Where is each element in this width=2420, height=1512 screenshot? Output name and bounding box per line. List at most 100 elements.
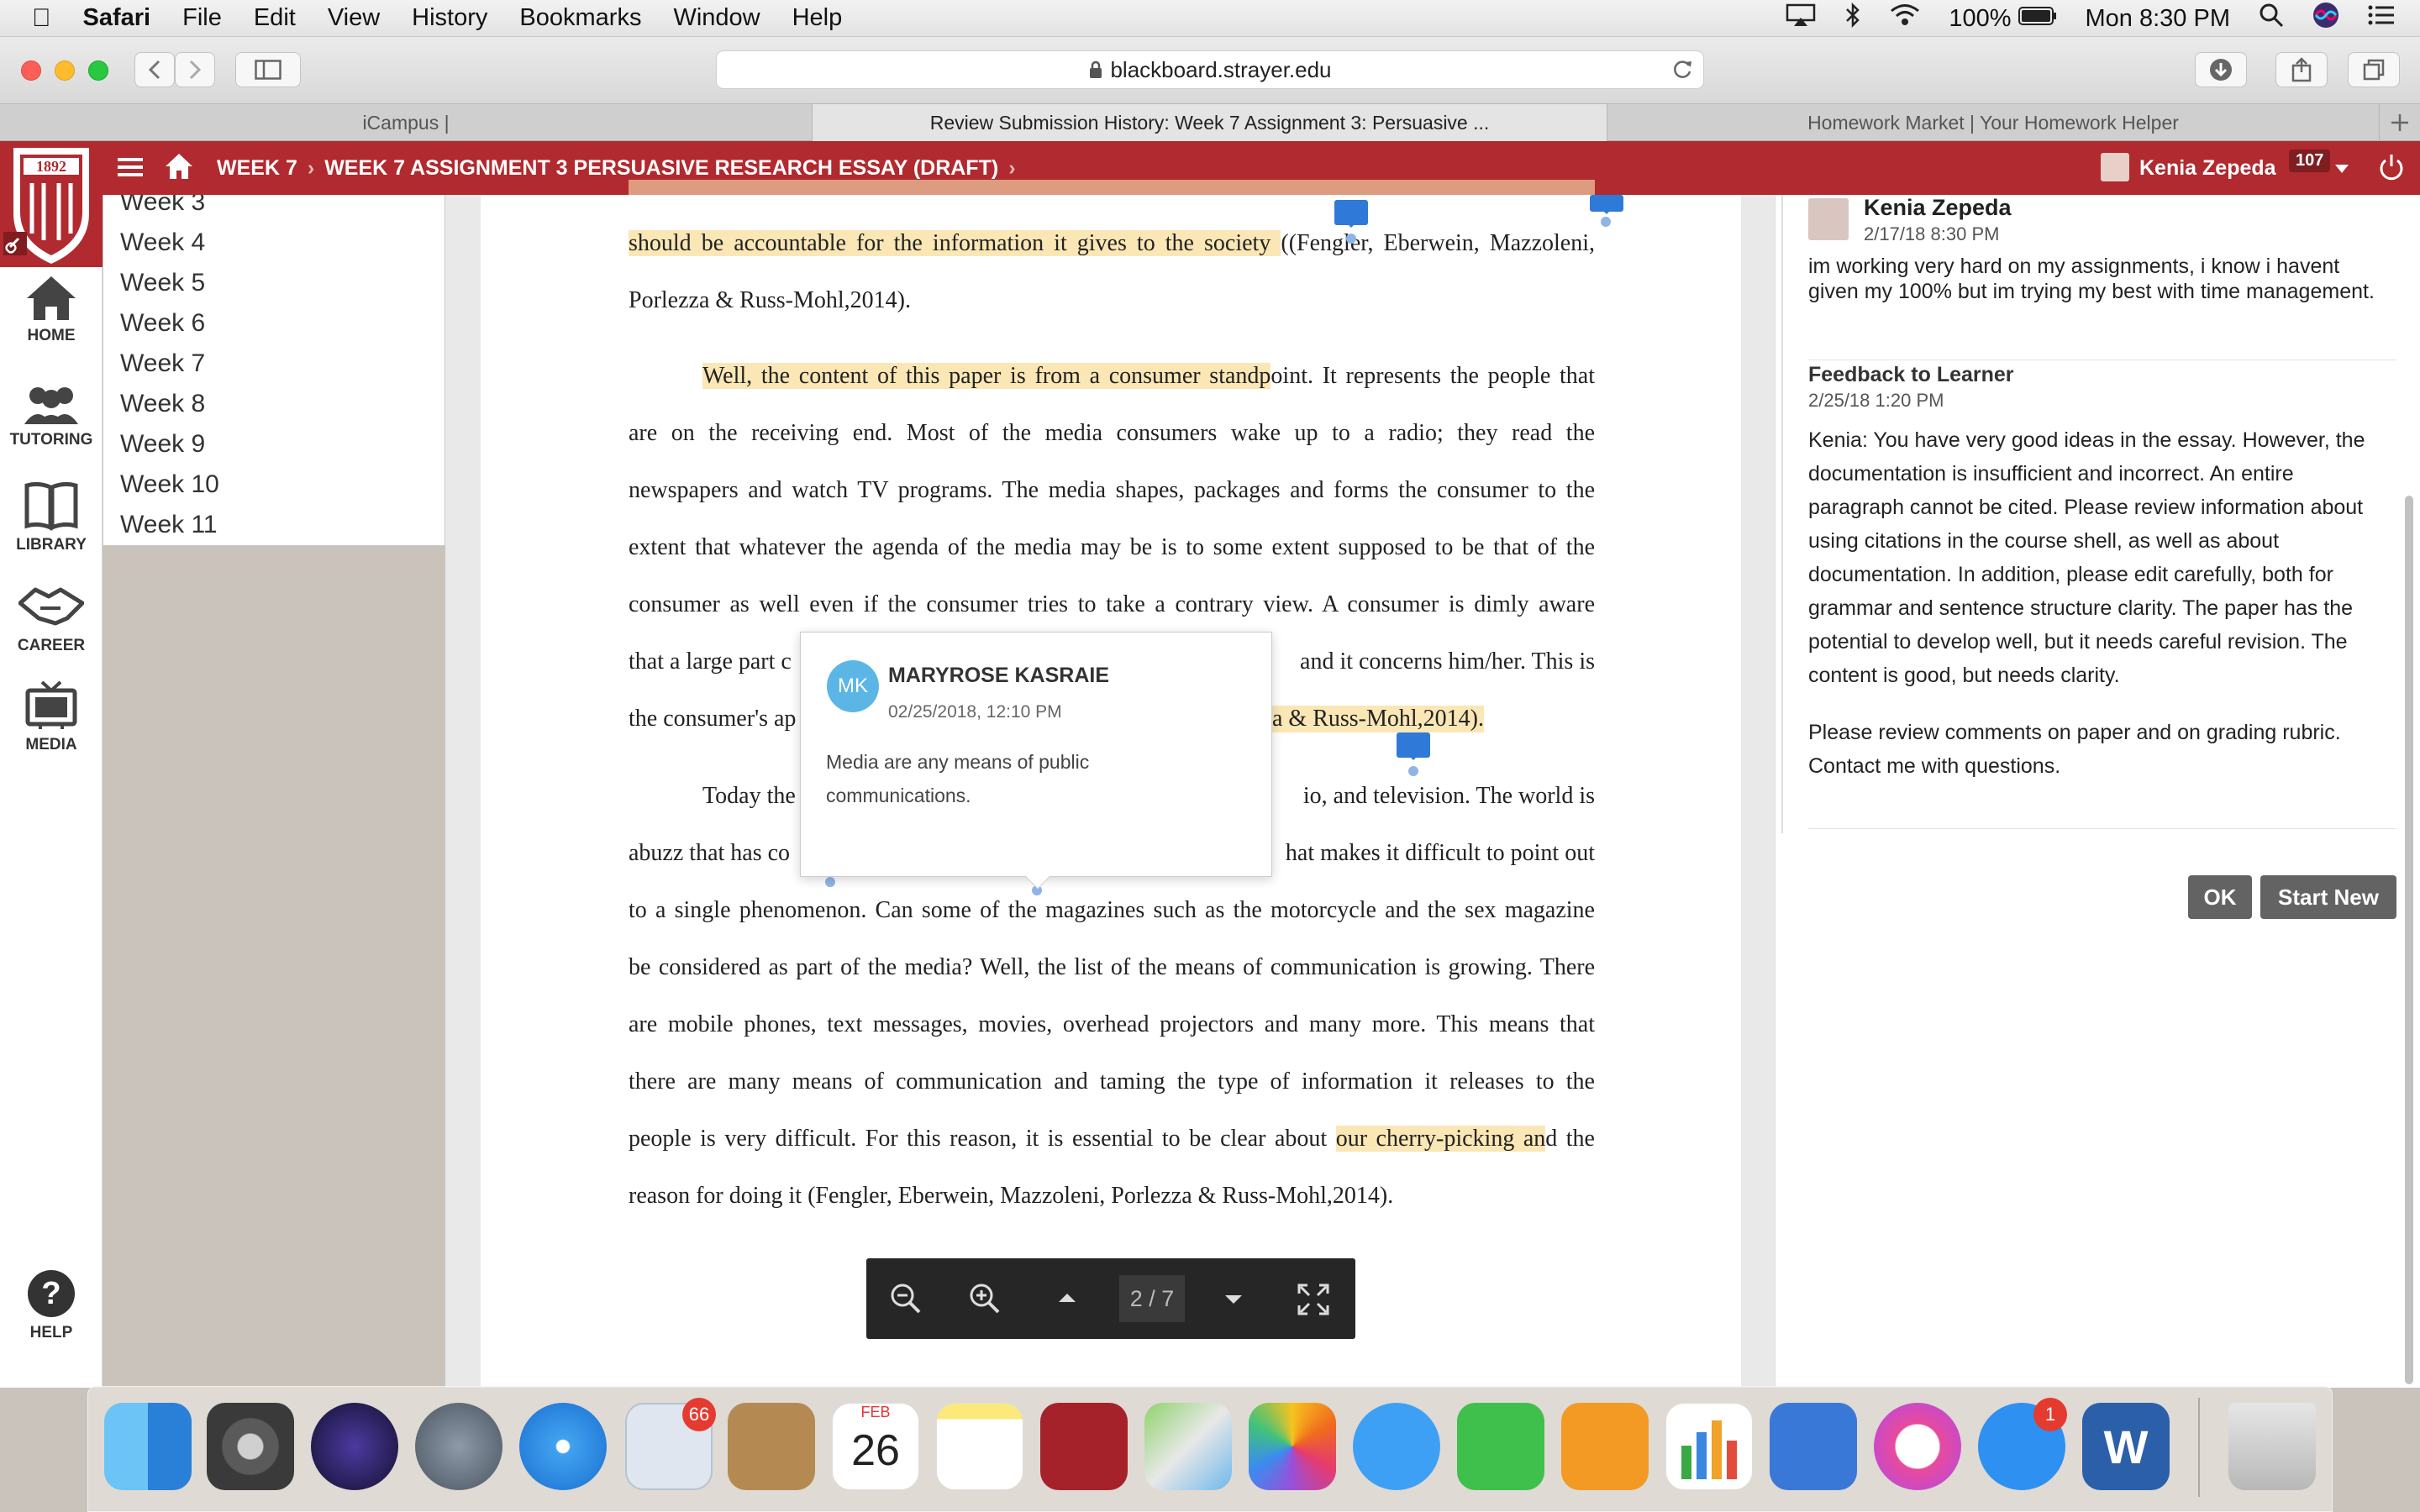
nav-library[interactable]: LIBRARY [0, 480, 103, 554]
book-icon [24, 481, 78, 531]
photo-booth-icon[interactable] [1040, 1403, 1128, 1490]
siri-icon[interactable] [2312, 2, 2339, 35]
pages-icon[interactable] [1561, 1403, 1649, 1490]
nav-media[interactable]: MEDIA [0, 680, 103, 754]
home-icon[interactable] [165, 153, 193, 186]
word-icon[interactable]: W [2082, 1403, 2170, 1490]
forward-button[interactable] [175, 52, 215, 87]
menu-app-name[interactable]: Safari [83, 4, 151, 32]
notification-count-badge[interactable]: 107 [2289, 150, 2331, 172]
menu-edit[interactable]: Edit [254, 4, 296, 32]
nav-home[interactable]: HOME [0, 275, 103, 345]
notification-center-icon[interactable] [2368, 4, 2395, 33]
messages-icon[interactable] [1353, 1403, 1440, 1490]
student-name: Kenia Zepeda [1864, 195, 2012, 220]
dropdown-caret-icon[interactable] [2334, 156, 2349, 181]
week-item[interactable]: Week 6 [120, 309, 205, 338]
page-indicator[interactable]: 2 / 7 [1119, 1275, 1185, 1322]
breadcrumb-assignment[interactable]: WEEK 7 ASSIGNMENT 3 PERSUASIVE RESEARCH … [324, 156, 998, 181]
previous-page-icon[interactable] [1057, 1292, 1077, 1308]
maps-icon[interactable] [1144, 1403, 1232, 1490]
menu-history[interactable]: History [412, 4, 487, 32]
week-item[interactable]: Week 9 [120, 430, 205, 459]
keynote-icon[interactable] [1770, 1403, 1857, 1490]
itunes-icon[interactable] [1874, 1403, 1961, 1490]
zoom-out-icon[interactable] [889, 1282, 923, 1320]
comment-anchor-dot[interactable] [1346, 234, 1356, 244]
spotlight-search-icon[interactable] [2259, 3, 2284, 34]
tab-review-submission[interactable]: Review Submission History: Week 7 Assign… [813, 104, 1607, 141]
ok-button[interactable]: OK [2188, 875, 2252, 919]
week-item[interactable]: Week 3 [120, 195, 205, 217]
comment-anchor-dot[interactable] [1408, 766, 1418, 776]
new-tab-button[interactable] [2380, 104, 2420, 141]
wifi-icon[interactable] [1890, 3, 1920, 34]
scrollbar[interactable] [2405, 496, 2413, 1384]
bluetooth-icon[interactable] [1844, 2, 1861, 34]
trash-icon[interactable] [2228, 1403, 2316, 1490]
link-icon[interactable] [3, 232, 27, 255]
facetime-icon[interactable] [1457, 1403, 1544, 1490]
address-bar[interactable]: blackboard.strayer.edu [716, 50, 1704, 89]
nav-career[interactable]: CAREER [0, 581, 103, 655]
sidebar-toggle-button[interactable] [235, 52, 301, 87]
user-name[interactable]: Kenia Zepeda [2139, 156, 2276, 181]
week-item[interactable]: Week 11 [120, 511, 218, 539]
doc-highlight[interactable]: our cherry-picking an [1335, 1126, 1546, 1152]
contacts-icon[interactable] [728, 1403, 815, 1490]
comment-anchor-dot[interactable] [1601, 217, 1611, 227]
menu-bookmarks[interactable]: Bookmarks [519, 4, 641, 32]
week-item[interactable]: Week 10 [120, 470, 219, 499]
nav-help[interactable]: ? HELP [0, 1268, 103, 1342]
airplay-icon[interactable] [1786, 3, 1816, 34]
tab-homework-market[interactable]: Homework Market | Your Homework Helper [1607, 104, 2380, 141]
finder-icon[interactable] [104, 1403, 192, 1490]
siri-icon[interactable] [311, 1403, 398, 1490]
week-item[interactable]: Week 8 [120, 390, 205, 418]
clock[interactable]: Mon 8:30 PM [2086, 5, 2230, 33]
user-avatar[interactable] [2101, 153, 2129, 181]
week-item[interactable]: Week 4 [120, 228, 205, 257]
start-new-button[interactable]: Start New [2260, 875, 2396, 919]
notes-icon[interactable] [936, 1403, 1023, 1490]
minimize-window-button[interactable] [55, 60, 75, 81]
nav-tutoring[interactable]: TUTORING [0, 384, 103, 449]
doc-highlight[interactable]: Well, the content of this paper is from … [702, 363, 1271, 389]
tab-icampus[interactable]: iCampus | [0, 104, 813, 141]
numbers-icon[interactable] [1665, 1403, 1753, 1490]
downloads-button[interactable] [2195, 52, 2247, 87]
fullscreen-icon[interactable] [1297, 1284, 1329, 1320]
back-button[interactable] [134, 52, 175, 87]
system-preferences-icon[interactable] [207, 1403, 294, 1490]
comment-anchor-dot[interactable] [825, 877, 835, 887]
menu-file[interactable]: File [182, 4, 222, 32]
week-item[interactable]: Week 7 [120, 349, 205, 378]
breadcrumb-week[interactable]: WEEK 7 [217, 156, 297, 181]
comment-marker-icon[interactable] [1397, 732, 1430, 760]
comment-marker-icon[interactable] [1334, 200, 1368, 228]
share-button[interactable] [2275, 52, 2328, 87]
zoom-window-button[interactable] [88, 60, 108, 81]
safari-icon[interactable] [519, 1403, 607, 1490]
doc-highlight[interactable]: should be accountable for the informatio… [629, 230, 1281, 256]
battery-icon[interactable] [2018, 5, 2057, 33]
hamburger-menu-icon[interactable] [118, 156, 143, 184]
power-icon[interactable] [2378, 153, 2405, 187]
week-item[interactable]: Week 5 [120, 269, 205, 297]
menu-window[interactable]: Window [673, 4, 760, 32]
handshake-icon [18, 587, 84, 626]
reload-icon[interactable] [1671, 59, 1693, 81]
menu-view[interactable]: View [328, 4, 380, 32]
launchpad-icon[interactable] [415, 1403, 502, 1490]
photos-icon[interactable] [1249, 1403, 1336, 1490]
calendar-icon[interactable]: FEB 26 [832, 1403, 919, 1490]
doc-text: oint. It represents the people that [1270, 363, 1595, 389]
menu-help[interactable]: Help [792, 4, 843, 32]
comment-marker-icon[interactable] [1590, 195, 1623, 214]
next-page-icon[interactable] [1223, 1294, 1244, 1310]
apple-icon[interactable]:  [32, 4, 51, 33]
tab-overview-button[interactable] [2348, 52, 2400, 87]
doc-highlight[interactable]: a & Russ-Mohl,2014). [1272, 706, 1484, 732]
close-window-button[interactable] [21, 60, 41, 81]
zoom-in-icon[interactable] [968, 1282, 1002, 1320]
